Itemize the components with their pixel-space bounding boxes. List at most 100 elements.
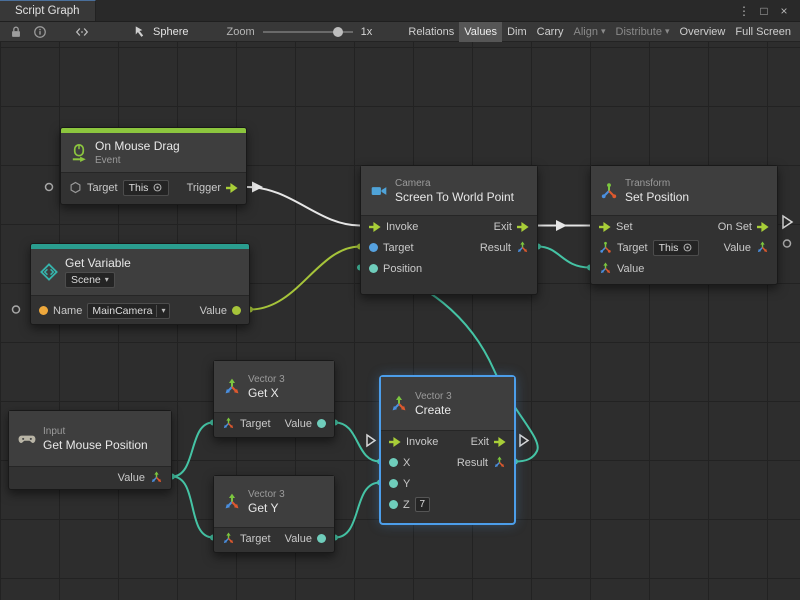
this-target-chip[interactable]: This <box>123 180 170 196</box>
node-get-variable[interactable]: Get Variable Scene ▾ Name MainCamera ▾ <box>30 243 250 325</box>
node-get-mouse-position[interactable]: Input Get Mouse Position Value <box>8 410 172 490</box>
vector3-port-icon[interactable] <box>516 241 529 254</box>
toolbar-toggles: Relations Values Dim Carry Align▾ Distri… <box>403 22 796 42</box>
toolbar-button-values[interactable]: Values <box>459 22 502 42</box>
port-label-value-out: Value <box>724 242 751 254</box>
unconnected-port-circle[interactable] <box>13 306 20 313</box>
node-header: Vector 3 Create <box>381 377 514 431</box>
info-button[interactable] <box>28 22 52 42</box>
wire-trigger-to-invoke[interactable] <box>247 187 360 226</box>
port-row: Target Value <box>214 528 334 549</box>
node-supertitle: Input <box>43 426 148 437</box>
vector3-icon <box>223 493 241 511</box>
toolbar-button-dim[interactable]: Dim <box>502 22 532 42</box>
window-menu-icon[interactable]: ⋮ <box>736 3 752 19</box>
chevron-down-icon: ▾ <box>665 26 670 37</box>
port-label-value: Value <box>285 418 312 430</box>
float-port[interactable] <box>317 534 326 543</box>
port-label-x: X <box>403 457 410 469</box>
vector3-port-icon[interactable] <box>222 417 235 430</box>
flow-arrow-icon[interactable] <box>226 183 238 193</box>
port-row: Invoke Exit <box>381 431 514 452</box>
toolbar-button-overview[interactable]: Overview <box>675 22 731 42</box>
vector3-port-icon[interactable] <box>756 241 769 254</box>
button-label: Values <box>464 26 497 38</box>
node-title: Get Variable <box>65 257 131 270</box>
target-picker-icon[interactable] <box>152 182 163 193</box>
variable-name-value: MainCamera <box>92 305 152 317</box>
wire-mouse-to-gety[interactable] <box>172 477 213 538</box>
toolbar-button-relations[interactable]: Relations <box>403 22 459 42</box>
unconnected-port-circle[interactable] <box>46 184 53 191</box>
vector-port[interactable] <box>369 264 378 273</box>
node-header: Transform Set Position <box>591 166 777 216</box>
string-port[interactable] <box>39 306 48 315</box>
flow-arrow-icon[interactable] <box>389 437 401 447</box>
tab-script-graph[interactable]: Script Graph <box>0 0 96 21</box>
vector3-port-icon[interactable] <box>493 456 506 469</box>
port-label-value-in: Value <box>617 263 644 275</box>
maximize-icon[interactable]: □ <box>756 3 772 19</box>
float-port[interactable] <box>389 458 398 467</box>
flow-arrow-icon[interactable] <box>757 222 769 232</box>
value-port[interactable] <box>232 306 241 315</box>
float-port[interactable] <box>389 500 398 509</box>
toolbar-button-align[interactable]: Align▾ <box>569 22 611 42</box>
wire-result-to-value[interactable] <box>538 247 590 268</box>
node-supertitle: Vector 3 <box>248 374 285 385</box>
target-picker-icon[interactable] <box>682 242 693 253</box>
object-port[interactable] <box>369 243 378 252</box>
vector3-port-icon[interactable] <box>599 262 612 275</box>
toolbar-button-fullscreen[interactable]: Full Screen <box>730 22 796 42</box>
variable-name-dropdown[interactable]: MainCamera ▾ <box>87 303 170 319</box>
flow-arrow-icon[interactable] <box>599 222 611 232</box>
close-icon[interactable]: × <box>776 3 792 19</box>
toolbar-button-carry[interactable]: Carry <box>532 22 569 42</box>
chevron-down-icon: ▾ <box>105 275 109 284</box>
zoom-slider[interactable] <box>263 22 353 42</box>
flow-arrow-icon[interactable] <box>517 222 529 232</box>
float-port[interactable] <box>389 479 398 488</box>
vector3-port-icon[interactable] <box>150 471 163 484</box>
lock-button[interactable] <box>4 22 28 42</box>
zoom-slider-handle[interactable] <box>333 27 343 37</box>
port-label-invoke: Invoke <box>406 436 438 448</box>
port-label-invoke: Invoke <box>386 221 418 233</box>
hexagon-port-icon[interactable] <box>69 181 82 194</box>
graph-canvas[interactable]: On Mouse Drag Event Target This Trigger <box>0 42 800 600</box>
graph-owner[interactable]: Sphere <box>134 25 188 39</box>
node-vector3-create[interactable]: Vector 3 Create Invoke Exit X Result Y Z… <box>380 376 515 524</box>
float-port[interactable] <box>317 419 326 428</box>
chip-label: This <box>129 182 149 194</box>
node-header: Vector 3 Get Y <box>214 476 334 528</box>
unconnected-port-circle[interactable] <box>784 240 791 247</box>
this-target-chip[interactable]: This <box>653 240 700 256</box>
port-row: Name MainCamera ▾ Value <box>31 296 249 325</box>
port-label-target: Target <box>240 533 271 545</box>
flow-arrow-icon[interactable] <box>369 222 381 232</box>
vector3-port-icon[interactable] <box>222 532 235 545</box>
toolbar-button-distribute[interactable]: Distribute▾ <box>611 22 675 42</box>
node-set-position[interactable]: Transform Set Position Set On Set Target… <box>590 165 778 285</box>
variable-scope-dropdown[interactable]: Scene ▾ <box>65 272 115 288</box>
node-screen-to-world-point[interactable]: Camera Screen To World Point Invoke Exit… <box>360 165 538 295</box>
unconnected-flow-triangle[interactable] <box>783 216 792 228</box>
z-value-field[interactable]: 7 <box>415 497 430 512</box>
unconnected-flow-triangle[interactable] <box>367 435 375 446</box>
node-get-y[interactable]: Vector 3 Get Y Target Value <box>213 475 335 553</box>
button-label: Carry <box>537 26 564 38</box>
zoom-value: 1x <box>361 26 373 38</box>
unconnected-flow-triangle[interactable] <box>520 435 528 446</box>
transform-port-icon[interactable] <box>599 241 612 254</box>
flow-arrowhead <box>252 182 263 193</box>
code-button[interactable] <box>70 22 94 42</box>
node-on-mouse-drag[interactable]: On Mouse Drag Event Target This Trigger <box>60 127 247 205</box>
wire-gety-to-y[interactable] <box>335 483 380 538</box>
node-title: Set Position <box>625 191 689 204</box>
node-title: Create <box>415 404 452 417</box>
port-row: Value <box>9 467 171 488</box>
node-get-x[interactable]: Vector 3 Get X Target Value <box>213 360 335 438</box>
flow-arrow-icon[interactable] <box>494 437 506 447</box>
wire-mouse-to-getx[interactable] <box>172 423 213 477</box>
wire-variable-to-target[interactable] <box>250 247 360 310</box>
